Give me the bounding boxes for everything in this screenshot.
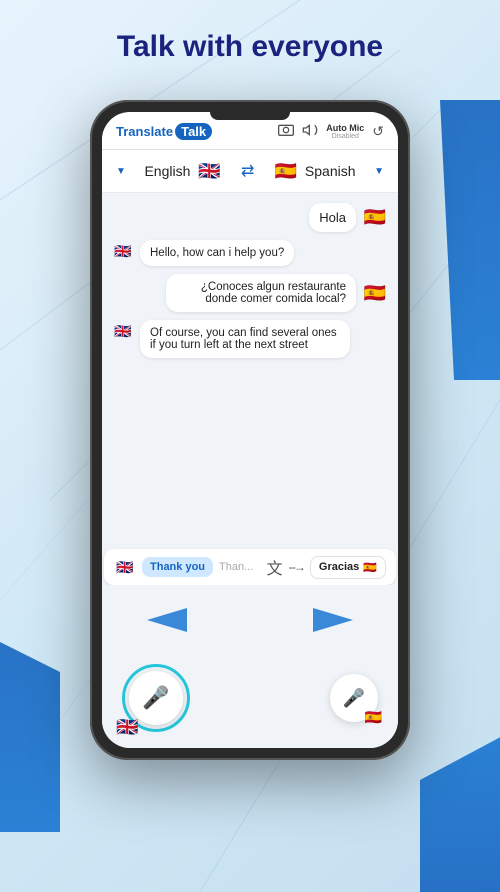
reset-icon[interactable]: ↺: [372, 123, 384, 140]
message-ofcourse: 🇬🇧 Of course, you can find several ones …: [112, 320, 388, 358]
source-lang-chevron[interactable]: ▼: [116, 166, 126, 177]
app-logo: Translate Talk: [116, 123, 212, 140]
left-arrow-icon: [147, 608, 187, 632]
logo-talk-text: Talk: [175, 123, 212, 140]
translation-source-flag: 🇬🇧: [114, 556, 136, 578]
bubble-hola-wrap: Hola 🇪🇸: [309, 203, 388, 232]
phone-mockup: Translate Talk Auto Mic: [90, 100, 410, 760]
phone-notch: [210, 112, 290, 120]
swap-languages-icon[interactable]: ⇄: [241, 161, 254, 181]
bubble-ofcourse: Of course, you can find several ones if …: [140, 320, 350, 358]
header-icons: Auto Mic Disabled ↺: [278, 122, 384, 141]
bubble-restaurant: ¿Conoces algun restaurante donde comer c…: [166, 274, 356, 312]
translate-icon: 文: [267, 555, 283, 579]
right-arrow-icon: [313, 608, 353, 632]
blue-decoration-right2: [420, 732, 500, 892]
bubble-restaurant-wrap: ¿Conoces algun restaurante donde comer c…: [166, 274, 388, 312]
source-mic-flag: 🇬🇧: [116, 717, 138, 738]
phone-screen: Translate Talk Auto Mic: [102, 112, 398, 748]
mic-main-icon: 🎤: [142, 685, 169, 711]
logo-translate-text: Translate: [116, 124, 173, 139]
bubble-hello: Hello, how can i help you?: [140, 240, 294, 266]
blue-decoration-right: [440, 100, 500, 380]
auto-mic-badge: Auto Mic Disabled: [326, 123, 364, 140]
nav-arrows: [102, 585, 398, 654]
target-lang-item[interactable]: 🇪🇸 Spanish: [273, 158, 356, 184]
chat-area: Hola 🇪🇸 🇬🇧 Hello, how can i help you?: [102, 193, 398, 549]
main-mic-container: 🎤 🇬🇧: [122, 664, 190, 732]
right-arrow-button[interactable]: [305, 597, 360, 642]
restaurant-flag: 🇪🇸: [362, 280, 388, 306]
ofcourse-flag: 🇬🇧: [112, 320, 134, 342]
lang-selector: ▼ English 🇬🇧 ⇄ 🇪🇸 Spanish ▼: [102, 150, 398, 193]
source-flag: 🇬🇧: [196, 158, 222, 184]
hola-flag: 🇪🇸: [362, 205, 388, 231]
message-hello: 🇬🇧 Hello, how can i help you?: [112, 240, 388, 266]
bottom-mic-area: 🎤 🇬🇧 🎤 🇪🇸: [102, 654, 398, 748]
message-restaurant: ¿Conoces algun restaurante donde comer c…: [112, 274, 388, 312]
blue-decoration-left: [0, 632, 60, 832]
translation-arrow: - -→: [289, 560, 304, 574]
translation-bar[interactable]: 🇬🇧 Thank you Than... 文 - -→ Gracias 🇪🇸: [104, 549, 396, 585]
translation-placeholder: Than...: [219, 561, 261, 573]
source-lang-name: English: [144, 163, 190, 179]
camera-icon[interactable]: [278, 122, 294, 141]
mic-secondary-icon: 🎤: [343, 688, 365, 709]
source-lang-item[interactable]: English 🇬🇧: [144, 158, 222, 184]
message-hola: Hola 🇪🇸: [112, 203, 388, 232]
bubble-hola: Hola: [309, 203, 356, 232]
target-flag: 🇪🇸: [273, 158, 299, 184]
target-mic-flag: 🇪🇸: [365, 709, 382, 726]
main-title: Talk with everyone: [0, 0, 500, 82]
translation-result: Gracias 🇪🇸: [310, 556, 386, 579]
secondary-mic-button[interactable]: 🎤 🇪🇸: [330, 674, 378, 722]
target-lang-chevron[interactable]: ▼: [374, 166, 384, 177]
hello-flag: 🇬🇧: [112, 240, 134, 262]
left-arrow-button[interactable]: [140, 597, 195, 642]
target-lang-name: Spanish: [305, 163, 356, 179]
translation-source-text: Thank you: [142, 557, 213, 577]
volume-icon[interactable]: [302, 122, 318, 141]
